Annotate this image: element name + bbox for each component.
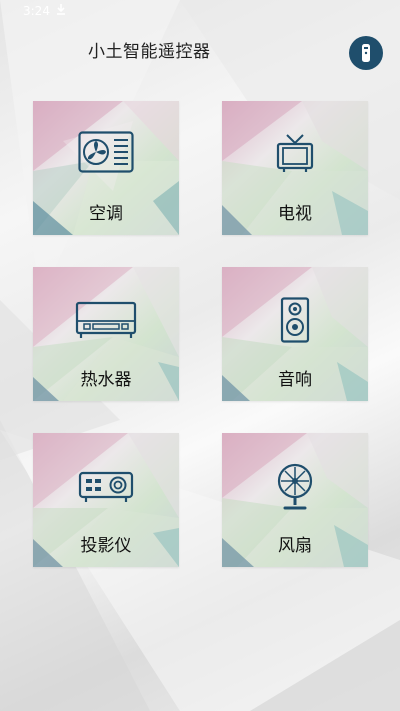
device-label: 风扇 [278, 536, 312, 556]
device-label: 热水器 [80, 370, 132, 390]
status-bar: 3:24 [0, 0, 400, 24]
device-tile-speaker[interactable]: 音响 [222, 267, 368, 401]
water-heater-icon [75, 301, 137, 338]
projector-icon [78, 471, 134, 502]
air-conditioner-icon [78, 131, 134, 173]
tv-icon [276, 134, 314, 172]
device-tile-projector[interactable]: 投影仪 [33, 433, 179, 567]
device-tile-air-conditioner[interactable]: 空调 [33, 101, 179, 235]
device-tile-water-heater[interactable]: 热水器 [33, 267, 179, 401]
device-tile-fan[interactable]: 风扇 [222, 433, 368, 567]
device-label: 电视 [278, 204, 312, 224]
device-label: 空调 [89, 204, 123, 224]
device-label: 音响 [278, 370, 312, 390]
device-label: 投影仪 [80, 536, 132, 556]
device-tile-tv[interactable]: 电视 [222, 101, 368, 235]
app-header: 小土智能遥控器 [0, 24, 400, 76]
speaker-icon [280, 297, 310, 343]
download-arrow-icon [57, 4, 65, 15]
status-time: 3:24 [23, 4, 50, 18]
remote-control-icon [362, 44, 370, 62]
fan-icon [277, 463, 313, 510]
remote-control-button[interactable] [349, 36, 383, 70]
page-title: 小土智能遥控器 [88, 42, 211, 62]
